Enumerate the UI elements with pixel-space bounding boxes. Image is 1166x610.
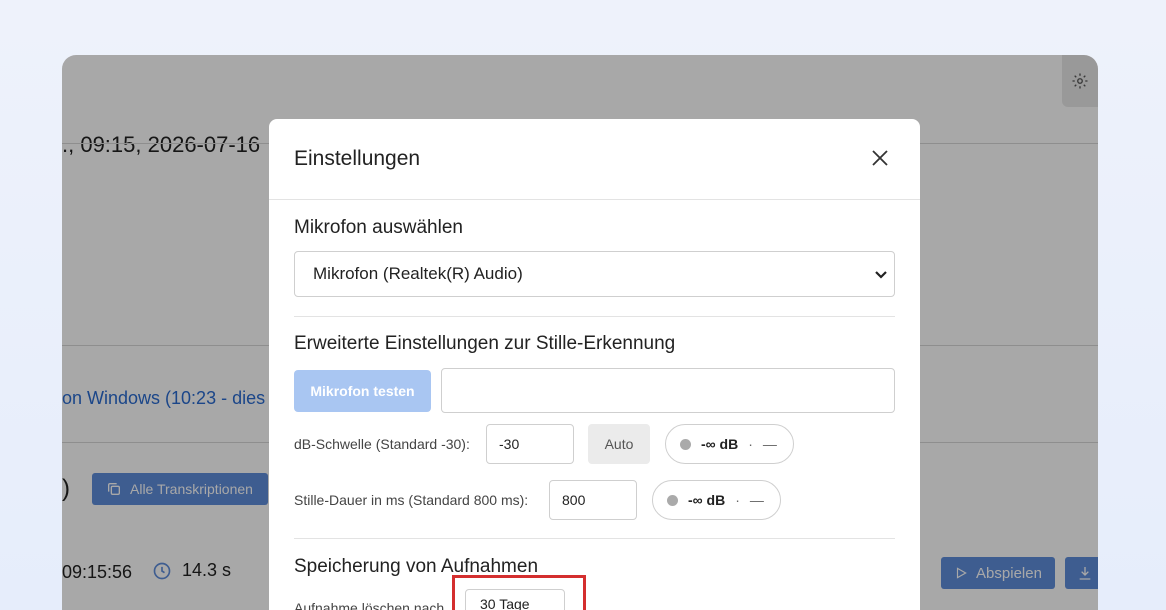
level-value: -∞ dB <box>688 492 726 508</box>
highlight-box <box>452 575 586 610</box>
divider <box>294 316 895 317</box>
settings-modal: Einstellungen Mikrofon auswählen Mikrofo… <box>269 119 920 610</box>
delete-after-label: Aufnahme löschen nach <box>294 600 445 610</box>
level-dash: — <box>762 436 777 452</box>
silence-duration-label: Stille-Dauer in ms (Standard 800 ms): <box>294 492 529 508</box>
chevron-down-icon <box>875 271 887 279</box>
mic-section-heading: Mikrofon auswählen <box>294 217 463 238</box>
modal-header: Einstellungen <box>269 119 920 200</box>
auto-button[interactable]: Auto <box>588 424 650 464</box>
test-mic-button[interactable]: Mikrofon testen <box>294 370 431 412</box>
db-threshold-label: dB-Schwelle (Standard -30): <box>294 436 470 452</box>
mic-select[interactable]: Mikrofon (Realtek(R) Audio) <box>294 251 895 297</box>
level-meter: -∞ dB · — <box>652 480 781 520</box>
mic-select-value: Mikrofon (Realtek(R) Audio) <box>313 264 523 283</box>
silence-section-heading: Erweiterte Einstellungen zur Stille-Erke… <box>294 333 676 354</box>
silence-duration-input[interactable]: 800 <box>549 480 637 520</box>
level-meter: -∞ dB · — <box>665 424 794 464</box>
level-value: -∞ dB <box>701 436 739 452</box>
separator: · <box>735 492 740 508</box>
status-dot <box>680 438 691 450</box>
modal-title: Einstellungen <box>294 147 421 170</box>
test-output-field[interactable] <box>441 368 895 413</box>
db-threshold-input[interactable]: -30 <box>486 424 574 464</box>
separator: · <box>748 436 753 452</box>
divider <box>294 538 895 539</box>
status-dot <box>667 494 678 506</box>
level-dash: — <box>749 492 764 508</box>
close-icon[interactable] <box>870 148 890 168</box>
